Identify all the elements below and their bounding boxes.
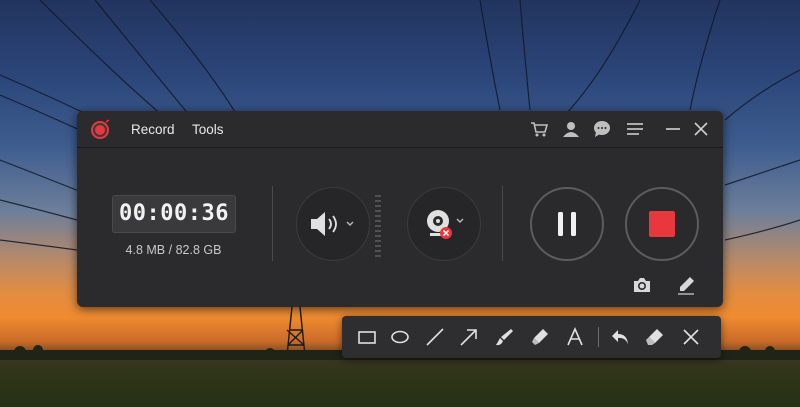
ellipse-icon[interactable] (390, 327, 410, 347)
stop-button[interactable] (625, 187, 699, 261)
menu-tools[interactable]: Tools (192, 122, 224, 137)
arrow-icon[interactable] (459, 327, 479, 347)
divider (502, 186, 503, 261)
toolbar-divider (598, 327, 599, 347)
camera-icon[interactable] (632, 275, 652, 295)
chat-icon[interactable] (592, 119, 612, 139)
eraser-icon[interactable] (645, 327, 665, 347)
ground (0, 360, 800, 407)
line-icon[interactable] (425, 327, 445, 347)
undo-icon[interactable] (610, 327, 630, 347)
close-icon[interactable] (691, 119, 711, 139)
speaker-icon (311, 212, 354, 236)
minimize-icon[interactable] (663, 119, 683, 139)
speaker-button[interactable] (296, 187, 370, 261)
pen-icon[interactable] (676, 275, 696, 295)
pause-icon (558, 212, 576, 236)
title-bar: Record Tools (77, 111, 723, 148)
brush-icon[interactable] (494, 327, 514, 347)
user-icon[interactable] (561, 119, 581, 139)
stop-icon (649, 211, 675, 237)
webcam-icon (427, 210, 464, 239)
record-timer: 00:00:36 (112, 195, 236, 233)
drawing-toolbar (342, 316, 721, 358)
webcam-button[interactable] (407, 187, 481, 261)
menu-record[interactable]: Record (131, 122, 175, 137)
highlighter-icon[interactable] (530, 327, 550, 347)
divider (272, 186, 273, 261)
volume-meter (375, 195, 381, 257)
cart-icon[interactable] (529, 119, 549, 139)
close-icon[interactable] (681, 327, 701, 347)
recorder-window: Record Tools 00:00:36 4.8 MB / 82.8 GB (77, 111, 723, 307)
record-logo-icon (91, 119, 110, 139)
rectangle-icon[interactable] (357, 327, 377, 347)
pause-button[interactable] (530, 187, 604, 261)
menu-icon[interactable] (625, 119, 645, 139)
file-size-text: 4.8 MB / 82.8 GB (125, 243, 222, 257)
text-icon[interactable] (565, 327, 585, 347)
